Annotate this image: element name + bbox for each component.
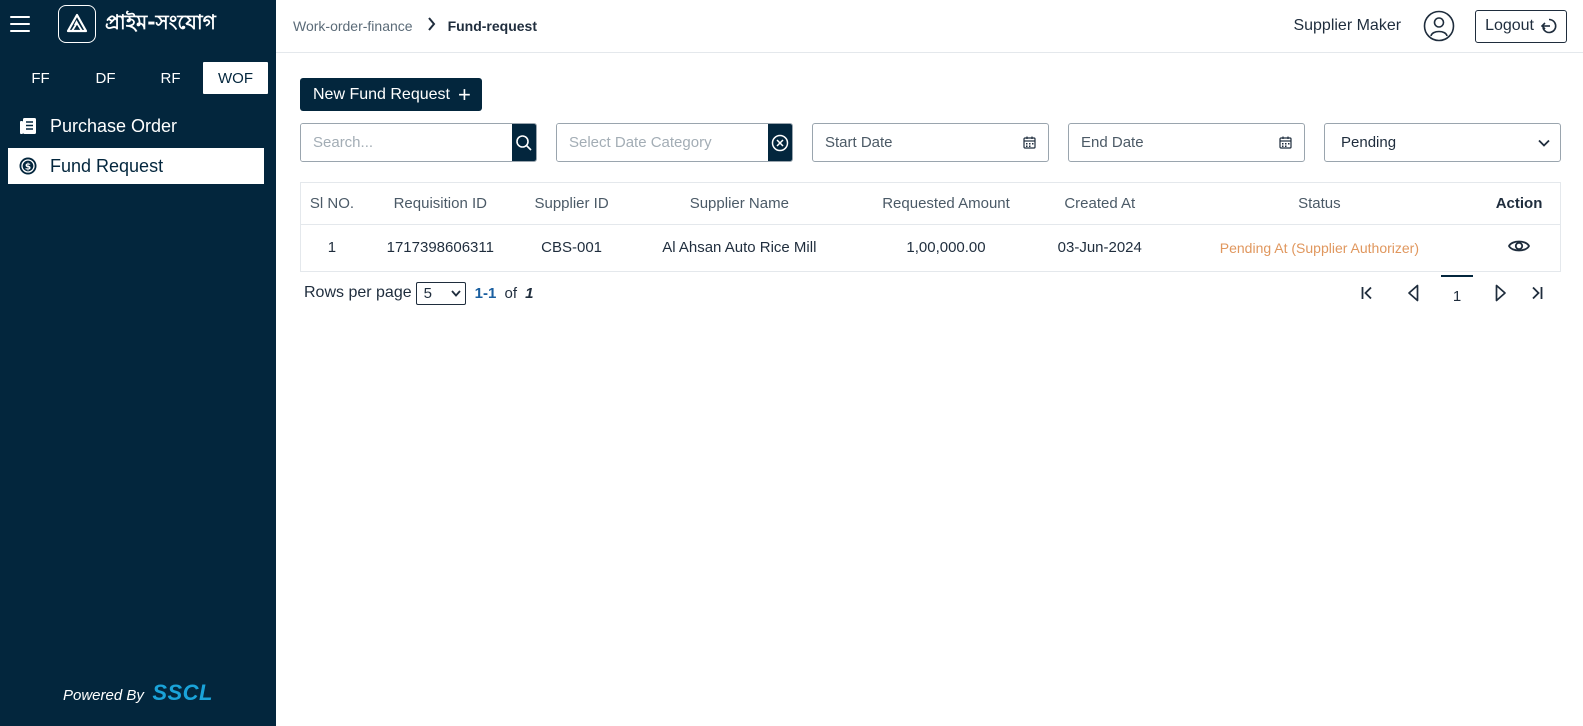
column-header: Action [1478,183,1560,225]
sidebar-nav: Purchase Order $ Fund Request [0,108,276,184]
rows-per-page-select[interactable]: 5 [415,281,466,305]
header-user-area: Supplier Maker Logout [1293,9,1567,43]
pagination: Rows per page 5 1-1 of 1 1 [300,275,1561,306]
table-row: 1 1717398606311 CBS-001 Al Ahsan Auto Ri… [301,224,1560,271]
table-header-row: Sl NO. Requisition ID Supplier ID Suppli… [301,183,1560,225]
page-range-value: 1-1 [474,284,497,302]
search-input[interactable] [301,124,512,161]
current-page-number[interactable]: 1 [1441,275,1473,311]
main-content: New Fund Request + Star [276,53,1583,726]
cell-action [1478,224,1560,271]
search-box [300,123,537,162]
powered-by-label: Powered By [62,687,144,704]
clear-date-category-button[interactable] [768,124,792,161]
sidebar-header: প্রাইম-সংযোগ [0,0,276,48]
status-filter-select[interactable]: Pending [1324,123,1561,162]
user-avatar-icon[interactable] [1423,10,1455,42]
start-date-label: Start Date [825,134,893,151]
cell-requisition-id: 1717398606311 [386,239,494,257]
rows-per-page-value: 5 [423,284,432,302]
last-page-icon[interactable] [1525,281,1549,305]
page-range: 1-1 of 1 [475,285,534,302]
cell-sl: 1 [327,239,337,257]
brand-name: প্রাইম-সংযোগ [105,9,216,34]
breadcrumb-work-order-finance[interactable]: Work-order-finance [293,18,413,34]
column-header: Supplier ID [517,183,626,225]
column-header: Requisition ID [362,183,518,225]
new-fund-request-label: New Fund Request [313,85,450,103]
cell-supplier-name: Al Ahsan Auto Rice Mill [662,239,817,257]
logout-button[interactable]: Logout [1475,9,1567,43]
previous-page-icon[interactable] [1401,281,1425,305]
search-button[interactable] [512,124,536,161]
sidebar-item-purchase-order[interactable]: Purchase Order [8,108,264,144]
page-total: 1 [525,284,534,302]
next-page-icon[interactable] [1489,281,1513,305]
brand-logo-icon [58,5,96,43]
clear-circle-icon [771,134,789,151]
sidebar-item-fund-request[interactable]: $ Fund Request [8,148,264,184]
sidebar-item-label: Fund Request [50,155,164,176]
plus-icon: + [457,81,471,107]
cell-created-at: 03-Jun-2024 [1057,239,1142,257]
rows-per-page-label: Rows per page [304,284,412,301]
hamburger-menu-icon[interactable] [10,16,30,32]
tab-ff[interactable]: FF [8,62,73,94]
view-eye-icon[interactable] [1508,238,1531,254]
column-header: Sl NO. [301,183,363,225]
user-name: Supplier Maker [1293,17,1402,34]
breadcrumb: Work-order-finance Fund-request [293,16,538,36]
pagination-controls: 1 [1355,275,1549,311]
cell-supplier-id: CBS-001 [541,239,603,257]
end-date-field[interactable]: End Date [1068,123,1305,162]
dollar-coin-icon: $ [18,156,38,176]
top-header: Work-order-finance Fund-request Supplier… [276,0,1583,53]
fund-request-table: Sl NO. Requisition ID Supplier ID Suppli… [300,182,1561,272]
status-badge: Pending At (Supplier Authorizer) [1219,239,1419,256]
column-header: Created At [1038,183,1161,225]
page-range-of: of [504,284,517,302]
new-fund-request-button[interactable]: New Fund Request + [300,78,482,111]
svg-text:$: $ [25,163,31,173]
chevron-right-icon [427,16,436,36]
end-date-label: End Date [1081,134,1144,151]
date-category-select [556,123,793,162]
tab-df[interactable]: DF [73,62,138,94]
sidebar-item-label: Purchase Order [50,115,178,136]
cell-amount: 1,00,000.00 [906,239,986,257]
first-page-icon[interactable] [1355,281,1379,305]
calendar-icon [1279,136,1292,149]
date-category-input[interactable] [557,124,768,161]
logout-label: Logout [1485,17,1534,34]
sidebar: প্রাইম-সংযোগ FF DF RF WOF Purchase Order [0,0,276,726]
column-header: Supplier Name [625,183,854,225]
search-icon [516,134,532,151]
start-date-field[interactable]: Start Date [812,123,1049,162]
tab-wof[interactable]: WOF [203,62,268,94]
document-list-icon [18,116,38,136]
column-header: Status [1160,183,1479,225]
powered-by: Powered By SSCL [0,680,276,706]
calendar-icon [1023,136,1036,149]
logout-icon [1540,18,1557,34]
chevron-down-icon [450,289,461,297]
tab-rf[interactable]: RF [138,62,203,94]
finance-type-tabs: FF DF RF WOF [8,62,268,94]
status-filter-value: Pending [1341,134,1397,151]
chevron-down-icon [1538,139,1550,147]
breadcrumb-fund-request: Fund-request [447,18,538,34]
column-header: Requested Amount [853,183,1039,225]
sscl-logo: SSCL [152,680,213,705]
